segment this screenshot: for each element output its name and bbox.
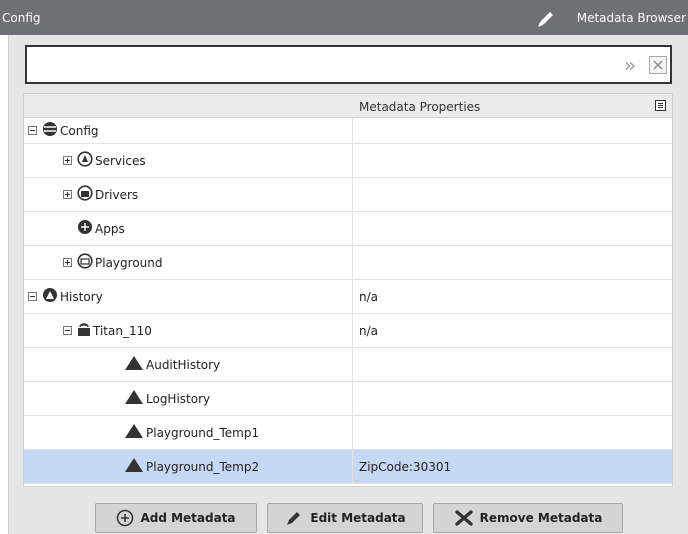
table-row[interactable]: History n/a — [24, 280, 672, 314]
tree-node-label: Titan_110 — [93, 323, 152, 338]
view-name[interactable]: Metadata Browser — [577, 11, 688, 25]
metadata-property-cell — [353, 212, 672, 245]
close-icon[interactable] — [649, 56, 667, 74]
tree-cell[interactable]: Playground_Temp2 — [24, 450, 353, 483]
metadata-property-cell: ZipCode:30301 — [359, 459, 452, 474]
tree-node-label: History — [60, 289, 103, 304]
tree-cell[interactable]: History — [24, 280, 353, 313]
tree-node-label: Apps — [95, 221, 125, 236]
add-icon — [117, 509, 134, 527]
tree-node-label: Playground_Temp1 — [146, 425, 260, 440]
search-bar: » — [25, 45, 672, 84]
metadata-property-cell: n/a — [359, 289, 379, 304]
metadata-property-cell — [353, 348, 672, 381]
search-input[interactable] — [31, 52, 591, 77]
collapse-icon[interactable] — [28, 292, 37, 301]
device-icon — [77, 321, 91, 340]
table-row[interactable]: Titan_110 n/a — [24, 314, 672, 348]
tree-cell[interactable]: Playground — [24, 246, 353, 279]
history-item-icon — [124, 423, 144, 442]
collapse-icon[interactable] — [28, 126, 37, 135]
edit-metadata-button[interactable]: Edit Metadata — [267, 503, 423, 533]
title-bar: Config Metadata Browser — [0, 0, 688, 35]
tree-cell[interactable]: Apps — [24, 212, 353, 245]
pencil-icon[interactable] — [535, 7, 557, 29]
metadata-property-cell — [353, 144, 672, 177]
table-row[interactable]: Apps — [24, 212, 672, 246]
table-row[interactable]: Playground_Temp1 — [24, 416, 672, 450]
tree-rows: Config Services Drivers Apps Playground Histo… — [24, 118, 672, 484]
table-row[interactable]: Config — [24, 118, 672, 144]
add-metadata-button[interactable]: Add Metadata — [95, 503, 257, 533]
metadata-property-cell — [353, 118, 672, 143]
remove-metadata-label: Remove Metadata — [479, 511, 603, 525]
table-header: Metadata Properties — [24, 94, 672, 118]
tree-cell[interactable]: Services — [24, 144, 353, 177]
apps-icon — [77, 219, 93, 238]
column-menu-icon[interactable] — [655, 100, 666, 111]
tree-node-label: AuditHistory — [146, 357, 221, 372]
table-row[interactable]: Playground — [24, 246, 672, 280]
column-header-metadata-properties[interactable]: Metadata Properties — [353, 94, 653, 118]
metadata-tree-table: Metadata Properties Config Services Driver… — [23, 93, 673, 487]
table-row[interactable]: Services — [24, 144, 672, 178]
tree-node-label: LogHistory — [146, 391, 211, 406]
remove-metadata-button[interactable]: Remove Metadata — [433, 503, 623, 533]
edit-metadata-label: Edit Metadata — [310, 511, 406, 525]
drivers-icon — [77, 185, 93, 204]
history-icon — [42, 287, 58, 306]
database-icon — [42, 121, 58, 140]
tree-node-label: Drivers — [95, 187, 139, 202]
collapse-icon[interactable] — [63, 326, 72, 335]
table-row[interactable]: AuditHistory — [24, 348, 672, 382]
metadata-property-cell — [353, 416, 672, 449]
expand-icon[interactable] — [63, 156, 72, 165]
action-buttons: Add Metadata Edit Metadata Remove Metada… — [95, 503, 623, 533]
history-item-icon — [124, 389, 144, 408]
expand-icon[interactable] — [63, 258, 72, 267]
metadata-property-cell — [353, 178, 672, 211]
folder-icon — [77, 253, 93, 272]
expand-icon[interactable] — [63, 190, 72, 199]
metadata-property-cell: n/a — [359, 323, 379, 338]
tree-cell[interactable]: AuditHistory — [24, 348, 353, 381]
history-item-icon — [124, 457, 144, 476]
tree-cell[interactable]: Playground_Temp1 — [24, 416, 353, 449]
add-metadata-label: Add Metadata — [140, 511, 236, 525]
table-row[interactable]: Playground_Temp2 ZipCode:30301 — [24, 450, 672, 484]
tree-cell[interactable]: LogHistory — [24, 382, 353, 415]
metadata-property-cell — [353, 382, 672, 415]
tree-node-label: Playground — [95, 255, 163, 270]
window-title: Config — [2, 10, 41, 25]
double-chevron-right-icon[interactable]: » — [619, 54, 641, 76]
metadata-property-cell — [353, 246, 672, 279]
tree-cell[interactable]: Config — [24, 118, 353, 143]
table-row[interactable]: LogHistory — [24, 382, 672, 416]
services-icon — [77, 151, 93, 170]
remove-icon — [454, 510, 473, 526]
tree-cell[interactable]: Titan_110 — [24, 314, 353, 347]
tree-node-label: Config — [60, 123, 99, 138]
history-item-icon — [124, 355, 144, 374]
table-row[interactable]: Drivers — [24, 178, 672, 212]
pencil-icon — [287, 512, 301, 525]
tree-node-label: Playground_Temp2 — [146, 459, 260, 474]
tree-cell[interactable]: Drivers — [24, 178, 353, 211]
tree-node-label: Services — [95, 153, 146, 168]
